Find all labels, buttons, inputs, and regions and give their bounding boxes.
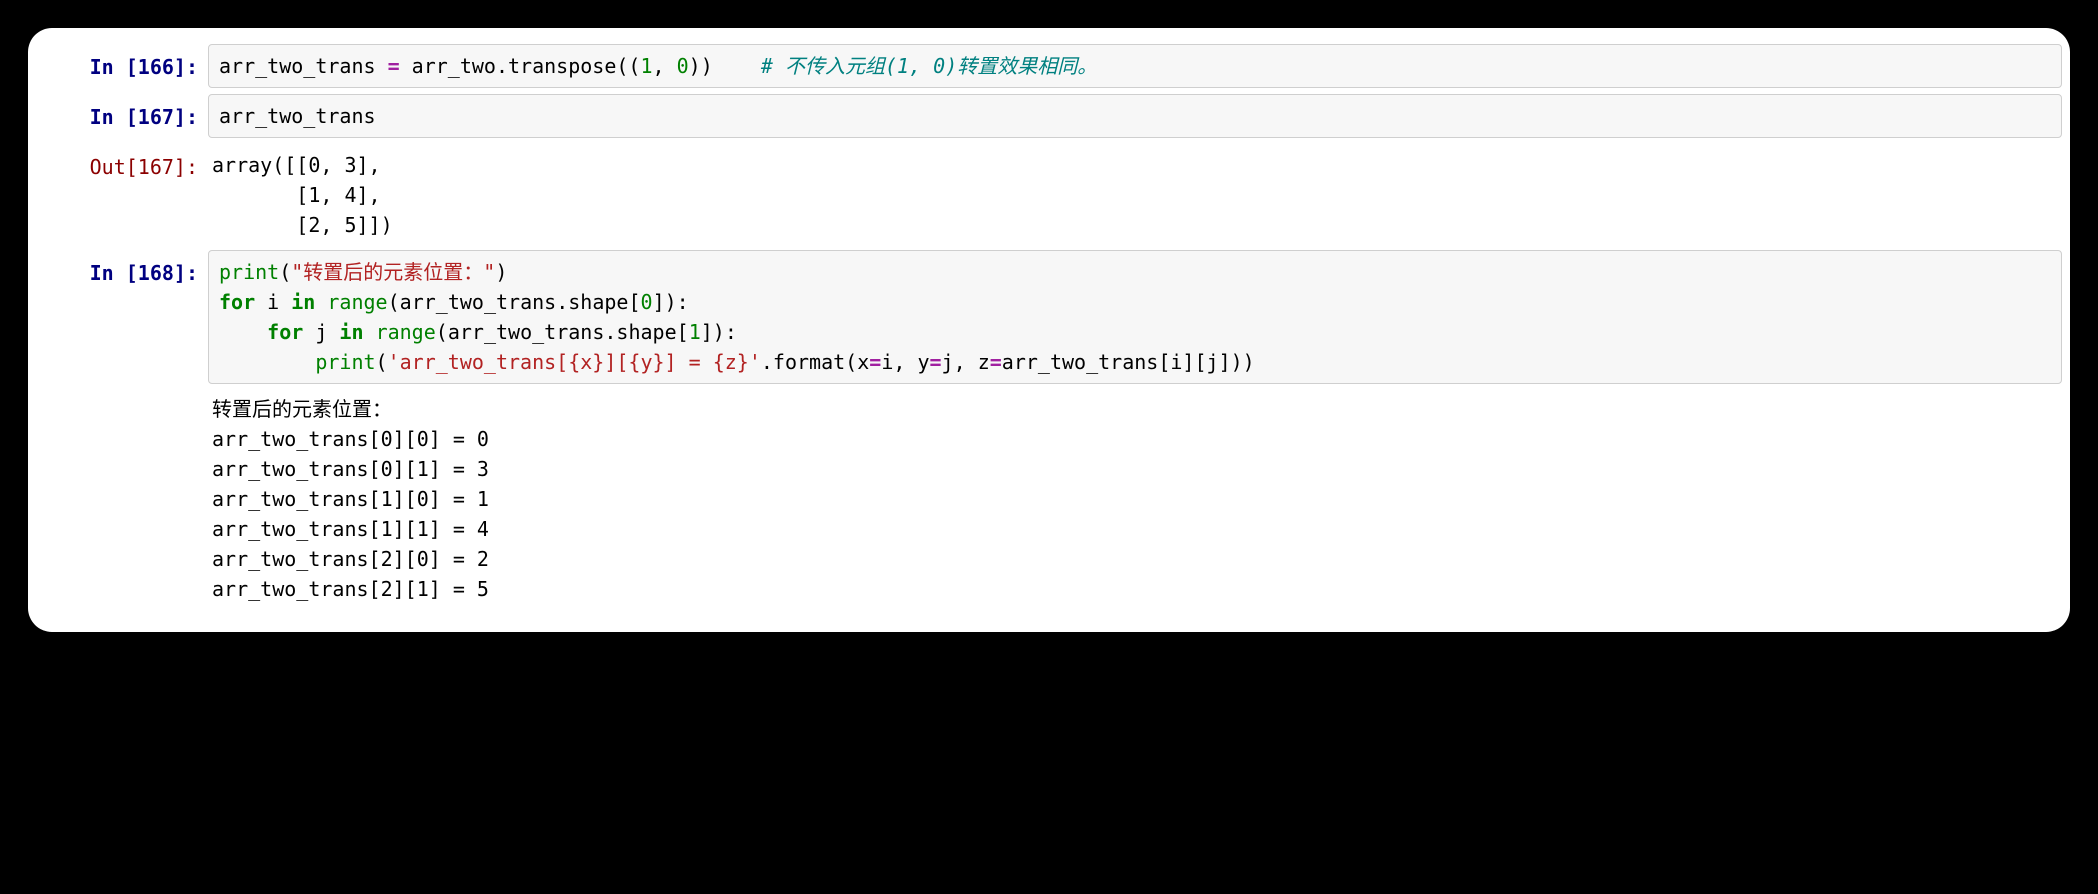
output-167: array([[0, 3], [1, 4], [2, 5]]) — [208, 144, 2070, 246]
cell-stdout-168: 转置后的元素位置： arr_two_trans[0][0] = 0 arr_tw… — [28, 388, 2070, 610]
cell-in-166: In [166]: arr_two_trans = arr_two.transp… — [28, 44, 2070, 90]
prompt-in-166: In [166]: — [28, 44, 208, 90]
code-input-167[interactable]: arr_two_trans — [208, 94, 2062, 138]
prompt-in-168: In [168]: — [28, 250, 208, 296]
code-input-166[interactable]: arr_two_trans = arr_two.transpose((1, 0)… — [208, 44, 2062, 88]
prompt-blank-168 — [28, 388, 208, 404]
stdout-168: 转置后的元素位置： arr_two_trans[0][0] = 0 arr_tw… — [208, 388, 2070, 610]
code-input-168[interactable]: print("转置后的元素位置：") for i in range(arr_tw… — [208, 250, 2062, 384]
prompt-in-167: In [167]: — [28, 94, 208, 140]
cell-out-167: Out[167]: array([[0, 3], [1, 4], [2, 5]]… — [28, 144, 2070, 246]
prompt-out-167: Out[167]: — [28, 144, 208, 190]
cell-in-167: In [167]: arr_two_trans — [28, 94, 2070, 140]
cell-in-168: In [168]: print("转置后的元素位置：") for i in ra… — [28, 250, 2070, 384]
notebook-frame: In [166]: arr_two_trans = arr_two.transp… — [28, 28, 2070, 632]
